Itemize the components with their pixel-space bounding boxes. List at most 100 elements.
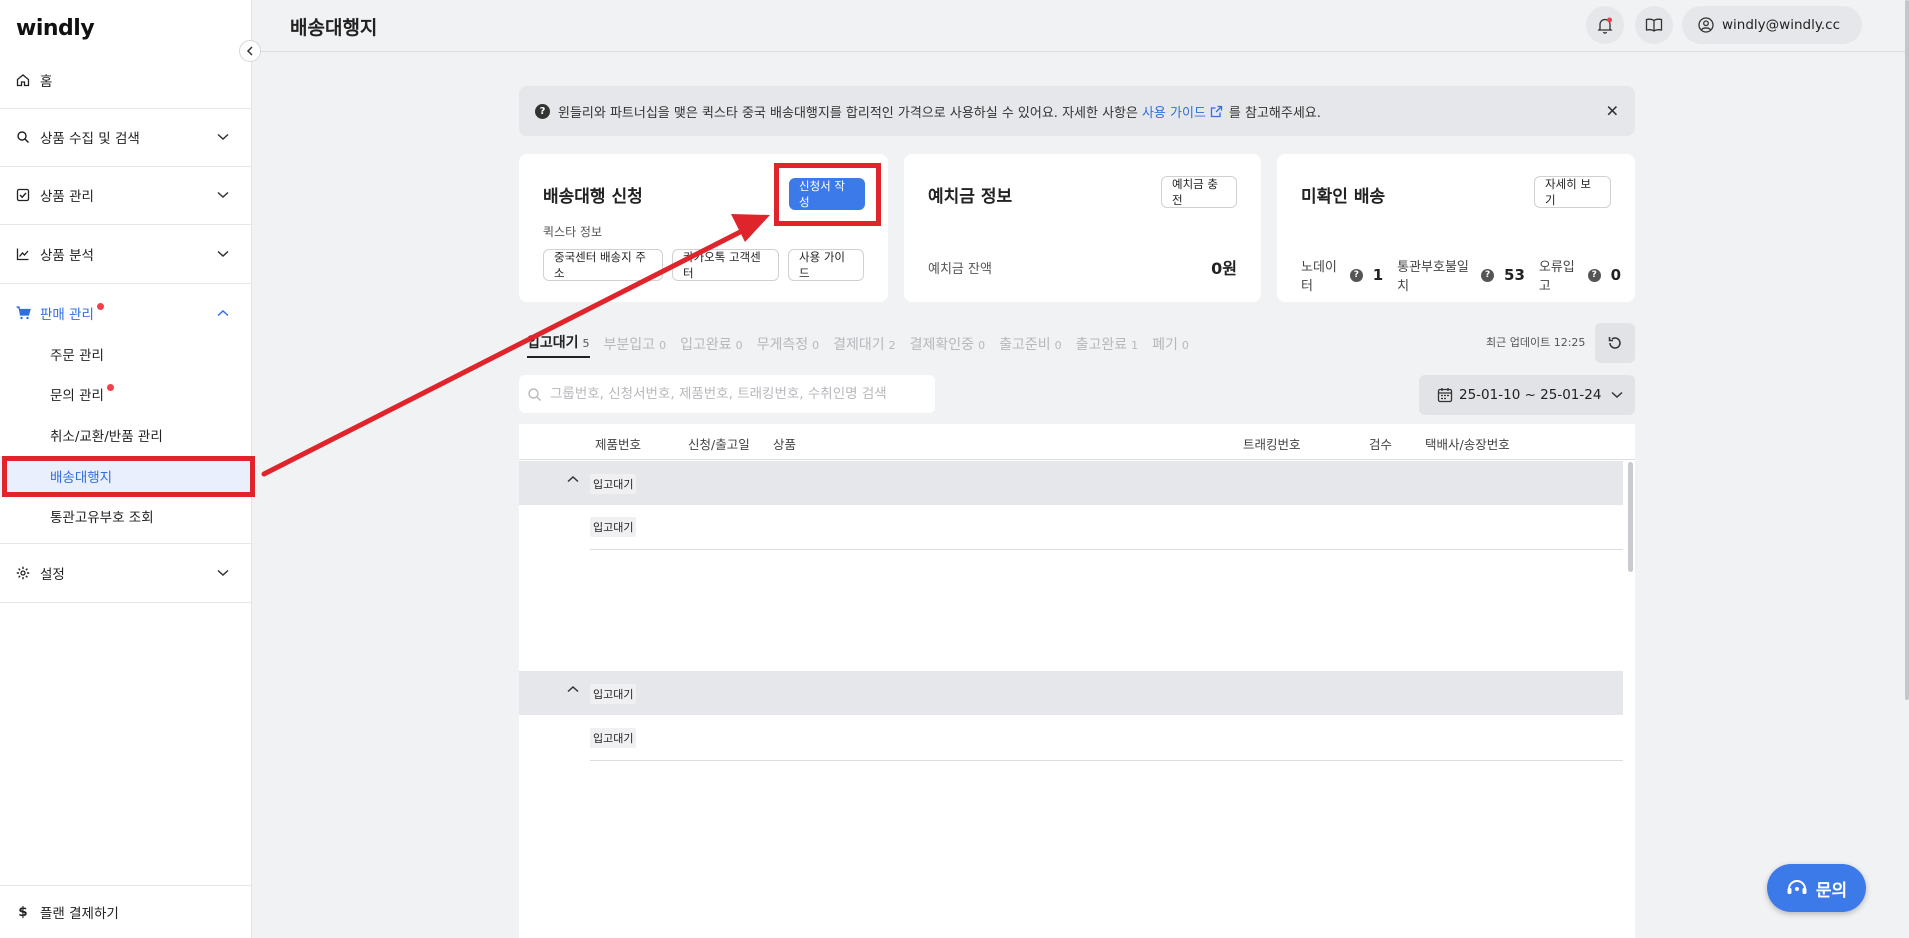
close-icon[interactable]: ✕	[1606, 102, 1619, 121]
sidebar-item-product-analysis[interactable]: 상품 분석	[0, 225, 251, 283]
stat-label-wrong-receipt: 오류입고	[1538, 260, 1575, 294]
chevron-up-icon[interactable]	[567, 475, 579, 483]
sidebar-item-product-manage[interactable]: 상품 관리	[0, 166, 251, 224]
sidebar-item-plan-payment[interactable]: $ 플랜 결제하기	[0, 886, 251, 938]
date-range-picker[interactable]: 25-01-10 ~ 25-01-24	[1419, 375, 1635, 415]
last-update-label: 최근 업데이트 12:25	[1486, 336, 1586, 349]
highlight-box-sidebar	[2, 456, 255, 497]
stat-label-customs-mismatch: 통관부호불일치	[1397, 260, 1469, 294]
stat-value-wrong-receipt: 0	[1610, 266, 1622, 284]
tab-waiting-receipt[interactable]: 입고대기 5	[527, 332, 590, 358]
chevron-down-icon	[1611, 391, 1623, 399]
tab-payment-waiting[interactable]: 결제대기 2	[833, 334, 896, 358]
tab-discarded[interactable]: 폐기 0	[1152, 334, 1189, 358]
header: 배송대행지 windly@windly.cc	[252, 0, 1909, 52]
col-product-number[interactable]: 제품번호	[595, 434, 641, 453]
view-detail-button[interactable]: 자세히 보기	[1534, 176, 1611, 208]
chevron-down-icon	[217, 246, 229, 262]
refresh-icon	[1608, 337, 1621, 349]
table-group-row[interactable]: 입고대기	[519, 671, 1623, 715]
sidebar-item-label: 설정	[40, 567, 65, 583]
chevron-up-icon	[217, 305, 229, 321]
guide-book-button[interactable]	[1635, 6, 1673, 44]
notification-button[interactable]	[1586, 6, 1624, 44]
search-icon	[528, 387, 542, 401]
sidebar-collapse-button[interactable]	[239, 40, 261, 62]
help-icon[interactable]: ?	[1349, 268, 1363, 282]
page-scrollbar[interactable]	[1905, 0, 1909, 700]
sidebar-item-settings[interactable]: 설정	[0, 544, 251, 602]
col-courier-invoice[interactable]: 택배사/송장번호	[1425, 434, 1510, 453]
windly-logo[interactable]: windly	[16, 16, 95, 41]
chevron-down-icon	[217, 187, 229, 203]
tab-weighing[interactable]: 무게측정 0	[757, 334, 820, 358]
chevron-down-icon	[217, 565, 229, 581]
card-title: 미확인 배송	[1301, 187, 1386, 207]
table-header: 제품번호 신청/출고일 상품 트래킹번호 검수 택배사/송장번호	[519, 424, 1635, 460]
help-icon[interactable]: ?	[1481, 268, 1495, 282]
sidebar-sub-inquiry-manage[interactable]: 문의 관리	[50, 374, 114, 414]
chevron-up-icon[interactable]	[567, 685, 579, 693]
sidebar-item-label: 상품 관리	[40, 189, 94, 205]
help-icon[interactable]: ?	[1587, 268, 1601, 282]
card-title: 배송대행 신청	[543, 187, 643, 207]
chevron-down-icon	[217, 129, 229, 145]
chevron-left-icon	[246, 46, 253, 56]
date-range-value: 25-01-10 ~ 25-01-24	[1459, 387, 1602, 403]
search-input[interactable]	[550, 386, 920, 402]
deposit-charge-button[interactable]: 예치금 충전	[1161, 176, 1237, 208]
highlight-box-write-button	[774, 163, 881, 226]
gear-icon	[14, 566, 32, 580]
stat-value-customs-mismatch: 53	[1504, 266, 1525, 284]
book-icon	[1645, 18, 1663, 32]
tab-receipt-complete[interactable]: 입고완료 0	[680, 334, 743, 358]
deposit-balance-label: 예치금 잔액	[928, 262, 992, 277]
kakaotalk-support-button[interactable]: 카카오톡 고객센터	[672, 249, 779, 281]
notice-text: 윈들리와 파트너십을 맺은 퀵스타 중국 배송대행지를 합리적인 가격으로 사용…	[558, 105, 1138, 121]
col-product[interactable]: 상품	[773, 434, 796, 453]
tab-shipping-prep[interactable]: 출고준비 0	[999, 334, 1062, 358]
sidebar-sub-return-manage[interactable]: 취소/교환/반품 관리	[50, 415, 163, 455]
notification-dot	[106, 383, 114, 391]
inquiry-float-button[interactable]: 문의	[1767, 864, 1866, 912]
unconfirmed-shipping-card: 미확인 배송 자세히 보기 노데이터 ? 1 통관부호불일치 ? 53 오류입고…	[1277, 154, 1635, 302]
sidebar-item-sales-manage[interactable]: 판매 관리	[0, 284, 251, 342]
col-inspection[interactable]: 검수	[1369, 434, 1392, 453]
deposit-info-card: 예치금 정보 예치금 충전 예치금 잔액 0원	[904, 154, 1261, 302]
tab-shipped[interactable]: 출고완료 1	[1076, 334, 1139, 358]
tab-partial-receipt[interactable]: 부분입고 0	[604, 334, 667, 358]
user-email: windly@windly.cc	[1722, 17, 1841, 33]
sidebar-item-product-collect[interactable]: 상품 수집 및 검색	[0, 108, 251, 166]
tab-payment-checking[interactable]: 결제확인중 0	[910, 334, 985, 358]
sidebar-item-home[interactable]: 홈	[0, 51, 251, 109]
calendar-icon	[1437, 388, 1453, 403]
notice-banner: ? 윈들리와 파트너십을 맺은 퀵스타 중국 배송대행지를 합리적인 가격으로 …	[519, 86, 1635, 136]
home-icon	[14, 73, 32, 87]
col-tracking-number[interactable]: 트래킹번호	[1243, 434, 1301, 453]
deposit-balance-value: 0원	[1211, 259, 1237, 278]
china-center-address-button[interactable]: 중국센터 배송지 주소	[543, 249, 663, 281]
dollar-icon: $	[18, 904, 28, 920]
sidebar-item-label: 상품 분석	[40, 248, 94, 264]
col-request-date[interactable]: 신청/출고일	[688, 434, 750, 453]
user-account-button[interactable]: windly@windly.cc	[1682, 6, 1862, 44]
sidebar-item-label: 플랜 결제하기	[40, 906, 119, 922]
refresh-button[interactable]	[1595, 323, 1635, 363]
notice-text-after: 를 참고해주세요.	[1228, 105, 1321, 121]
bell-icon	[1597, 17, 1613, 34]
unconfirmed-stats: 노데이터 ? 1 통관부호불일치 ? 53 오류입고 ? 0	[1301, 256, 1635, 294]
status-badge: 입고대기	[590, 474, 637, 494]
shipment-table: 제품번호 신청/출고일 상품 트래킹번호 검수 택배사/송장번호 입고대기 입고…	[519, 424, 1635, 938]
page-title: 배송대행지	[290, 17, 378, 39]
sidebar-sub-customs-code[interactable]: 통관고유부호 조회	[50, 496, 154, 536]
cart-icon	[14, 306, 32, 320]
table-group-row[interactable]: 입고대기	[519, 461, 1623, 505]
sidebar-item-label: 판매 관리	[40, 307, 94, 323]
external-link-icon[interactable]	[1210, 105, 1223, 118]
usage-guide-button[interactable]: 사용 가이드	[788, 249, 864, 281]
checkbox-icon	[14, 188, 32, 202]
guide-link[interactable]: 사용 가이드	[1142, 102, 1206, 121]
stat-label-nodata: 노데이터	[1301, 260, 1337, 294]
table-scrollbar[interactable]	[1628, 462, 1633, 572]
sidebar-sub-order-manage[interactable]: 주문 관리	[50, 334, 104, 374]
